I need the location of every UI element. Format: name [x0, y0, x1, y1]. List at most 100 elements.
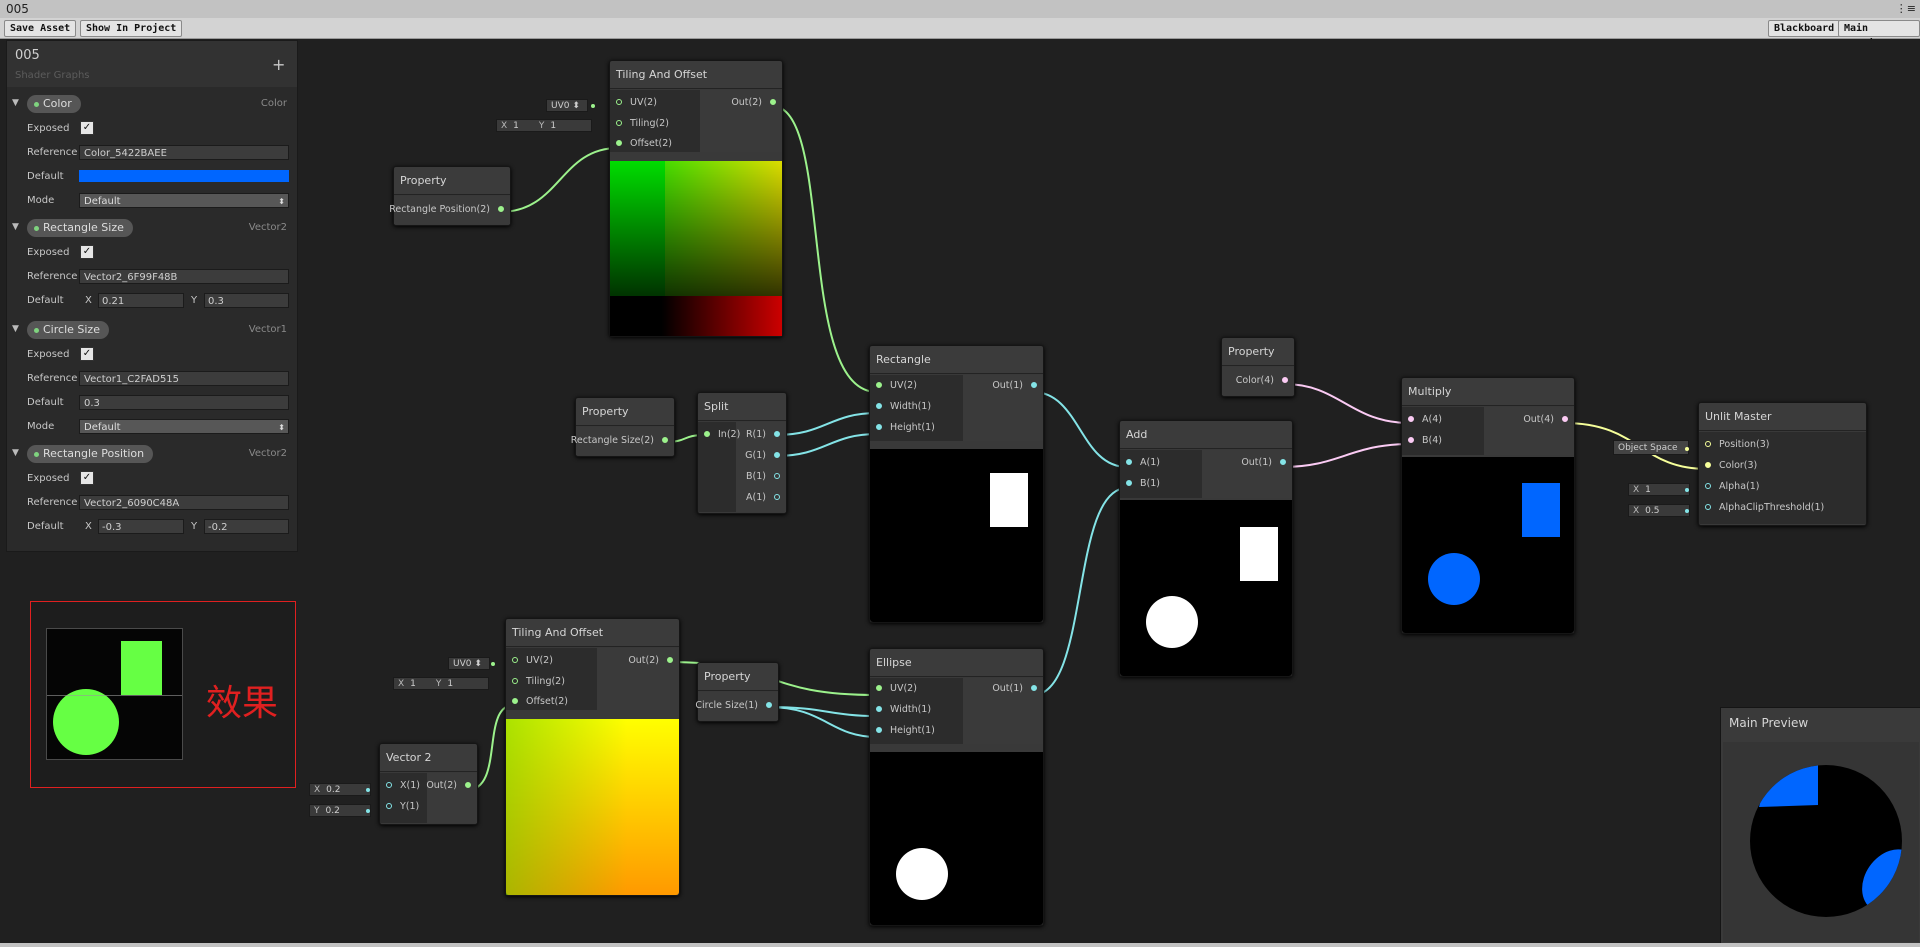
node-title[interactable]: Tiling And Offset: [506, 619, 679, 647]
port-a[interactable]: A(4): [1408, 412, 1442, 428]
tiling-vector-field[interactable]: X1Y1: [496, 119, 592, 132]
exposed-checkbox[interactable]: ✓: [80, 471, 94, 485]
port-offset[interactable]: Offset(2): [616, 136, 672, 152]
alpha-value-field[interactable]: X1: [1628, 483, 1690, 496]
exposed-checkbox[interactable]: ✓: [80, 347, 94, 361]
alpha-clip-value-field[interactable]: X 0.5: [1628, 504, 1690, 517]
node-title[interactable]: Vector 2: [380, 744, 477, 772]
main-preview-toggle-button[interactable]: Main Preview: [1838, 20, 1920, 49]
property-pill-color[interactable]: Color: [27, 95, 81, 113]
node-title[interactable]: Ellipse: [870, 649, 1043, 677]
port-g[interactable]: G(1): [745, 448, 780, 464]
node-tiling-offset-bottom[interactable]: Tiling And Offset UV(2) Tiling(2) Offset…: [505, 618, 680, 896]
port-out[interactable]: Out(2): [731, 95, 776, 111]
add-property-button[interactable]: +: [272, 55, 285, 74]
node-title[interactable]: Property: [1222, 338, 1294, 366]
port-height[interactable]: Height(1): [876, 420, 935, 436]
port-uv[interactable]: UV(2): [876, 378, 917, 394]
port-out[interactable]: Out(2): [426, 778, 471, 794]
port-out[interactable]: Out(1): [992, 681, 1037, 697]
port-uv[interactable]: UV(2): [616, 95, 657, 111]
port-height[interactable]: Height(1): [876, 723, 935, 739]
port-position[interactable]: Position(3): [1705, 437, 1769, 453]
port-r[interactable]: R(1): [746, 427, 780, 443]
default-y-field[interactable]: -0.2: [204, 519, 289, 534]
mode-dropdown[interactable]: Default ⬍: [79, 419, 289, 434]
port-b[interactable]: B(4): [1408, 433, 1442, 449]
uv-channel-dropdown[interactable]: UV0 ⬍: [448, 657, 490, 670]
mode-dropdown[interactable]: Default ⬍: [79, 193, 289, 208]
node-title[interactable]: Rectangle: [870, 346, 1043, 374]
property-pill-circlesize[interactable]: Circle Size: [27, 321, 109, 339]
node-vector2[interactable]: Vector 2 X(1) Y(1) Out(2): [379, 743, 478, 825]
tiling-vector-field[interactable]: X1Y1: [393, 677, 489, 690]
port-out[interactable]: Color(4): [1236, 373, 1288, 389]
node-title[interactable]: Unlit Master: [1699, 403, 1866, 431]
main-preview-panel[interactable]: Main Preview: [1720, 707, 1920, 945]
port-out[interactable]: Rectangle Size(2): [571, 433, 668, 449]
blackboard-toggle-button[interactable]: Blackboard: [1768, 20, 1841, 37]
port-alpha[interactable]: Alpha(1): [1705, 479, 1759, 495]
default-color-swatch[interactable]: [79, 170, 289, 182]
property-pill-rectpos[interactable]: Rectangle Position: [27, 445, 154, 463]
port-uv[interactable]: UV(2): [876, 681, 917, 697]
port-out[interactable]: Out(1): [992, 378, 1037, 394]
reference-field[interactable]: Vector1_C2FAD515: [79, 371, 289, 386]
reference-field[interactable]: Vector2_6090C48A: [79, 495, 289, 510]
property-pill-rectsize[interactable]: Rectangle Size: [27, 219, 133, 237]
node-title[interactable]: Add: [1120, 421, 1292, 449]
node-add[interactable]: Add A(1) B(1) Out(1): [1119, 420, 1293, 677]
port-y[interactable]: Y(1): [386, 799, 419, 815]
port-uv[interactable]: UV(2): [512, 653, 553, 669]
collapse-arrow-icon[interactable]: ▼: [12, 222, 19, 232]
port-out[interactable]: Rectangle Position(2): [389, 202, 504, 218]
reference-field[interactable]: Vector2_6F99F48B: [79, 269, 289, 284]
vector2-y-field[interactable]: Y 0.2: [309, 804, 371, 817]
exposed-checkbox[interactable]: ✓: [80, 121, 94, 135]
port-alpha-clip[interactable]: AlphaClipThreshold(1): [1705, 500, 1824, 516]
property-circlesize-header[interactable]: ▼ Circle Size Vector1: [7, 320, 297, 340]
object-space-dropdown[interactable]: Object Space: [1613, 440, 1689, 455]
port-out[interactable]: Out(2): [628, 653, 673, 669]
default-y-field[interactable]: 0.3: [204, 293, 289, 308]
property-color-header[interactable]: ▼ Color Color: [7, 94, 297, 114]
node-property-color[interactable]: Property Color(4): [1221, 337, 1295, 397]
node-title[interactable]: Property: [576, 398, 674, 426]
port-width[interactable]: Width(1): [876, 702, 931, 718]
default-x-field[interactable]: -0.3: [98, 519, 184, 534]
node-property-circle-size[interactable]: Property Circle Size(1): [695, 662, 779, 722]
port-out[interactable]: Out(4): [1523, 412, 1568, 428]
collapse-arrow-icon[interactable]: ▼: [12, 448, 19, 458]
default-value-field[interactable]: 0.3: [79, 395, 289, 410]
default-x-field[interactable]: 0.21: [98, 293, 184, 308]
node-tiling-offset-top[interactable]: Tiling And Offset UV(2) Tiling(2) Offset…: [609, 60, 783, 337]
uv-channel-dropdown[interactable]: UV0 ⬍: [546, 99, 588, 112]
property-rectpos-header[interactable]: ▼ Rectangle Position Vector2: [7, 444, 297, 464]
port-out[interactable]: Out(1): [1241, 455, 1286, 471]
node-split[interactable]: Split In(2) R(1) G(1) B(1) A(1): [697, 392, 787, 514]
collapse-arrow-icon[interactable]: ▼: [12, 98, 19, 108]
port-b[interactable]: B(1): [1126, 476, 1160, 492]
port-x[interactable]: X(1): [386, 778, 420, 794]
node-multiply[interactable]: Multiply A(4) B(4) Out(4): [1401, 377, 1575, 634]
node-title[interactable]: Split: [698, 393, 786, 421]
main-preview-viewport[interactable]: [1723, 742, 1919, 942]
node-title[interactable]: Multiply: [1402, 378, 1574, 406]
show-in-project-button[interactable]: Show In Project: [80, 20, 183, 37]
port-color[interactable]: Color(3): [1705, 458, 1757, 474]
port-b[interactable]: B(1): [746, 469, 780, 485]
node-property-rectangle-position[interactable]: Property Rectangle Position(2): [389, 166, 511, 226]
vector2-x-field[interactable]: X 0.2: [309, 783, 371, 796]
exposed-checkbox[interactable]: ✓: [80, 245, 94, 259]
node-ellipse[interactable]: Ellipse UV(2) Width(1) Height(1) Out(1): [869, 648, 1044, 926]
port-a[interactable]: A(1): [1126, 455, 1160, 471]
node-rectangle[interactable]: Rectangle UV(2) Width(1) Height(1) Out(1…: [869, 345, 1044, 623]
collapse-arrow-icon[interactable]: ▼: [12, 324, 19, 334]
node-title[interactable]: Property: [394, 167, 510, 195]
save-asset-button[interactable]: Save Asset: [4, 20, 77, 37]
port-in[interactable]: In(2): [704, 427, 740, 443]
property-rectsize-header[interactable]: ▼ Rectangle Size Vector2: [7, 218, 297, 238]
port-offset[interactable]: Offset(2): [512, 694, 568, 710]
node-property-rectangle-size[interactable]: Property Rectangle Size(2): [571, 397, 675, 457]
node-title[interactable]: Tiling And Offset: [610, 61, 782, 89]
